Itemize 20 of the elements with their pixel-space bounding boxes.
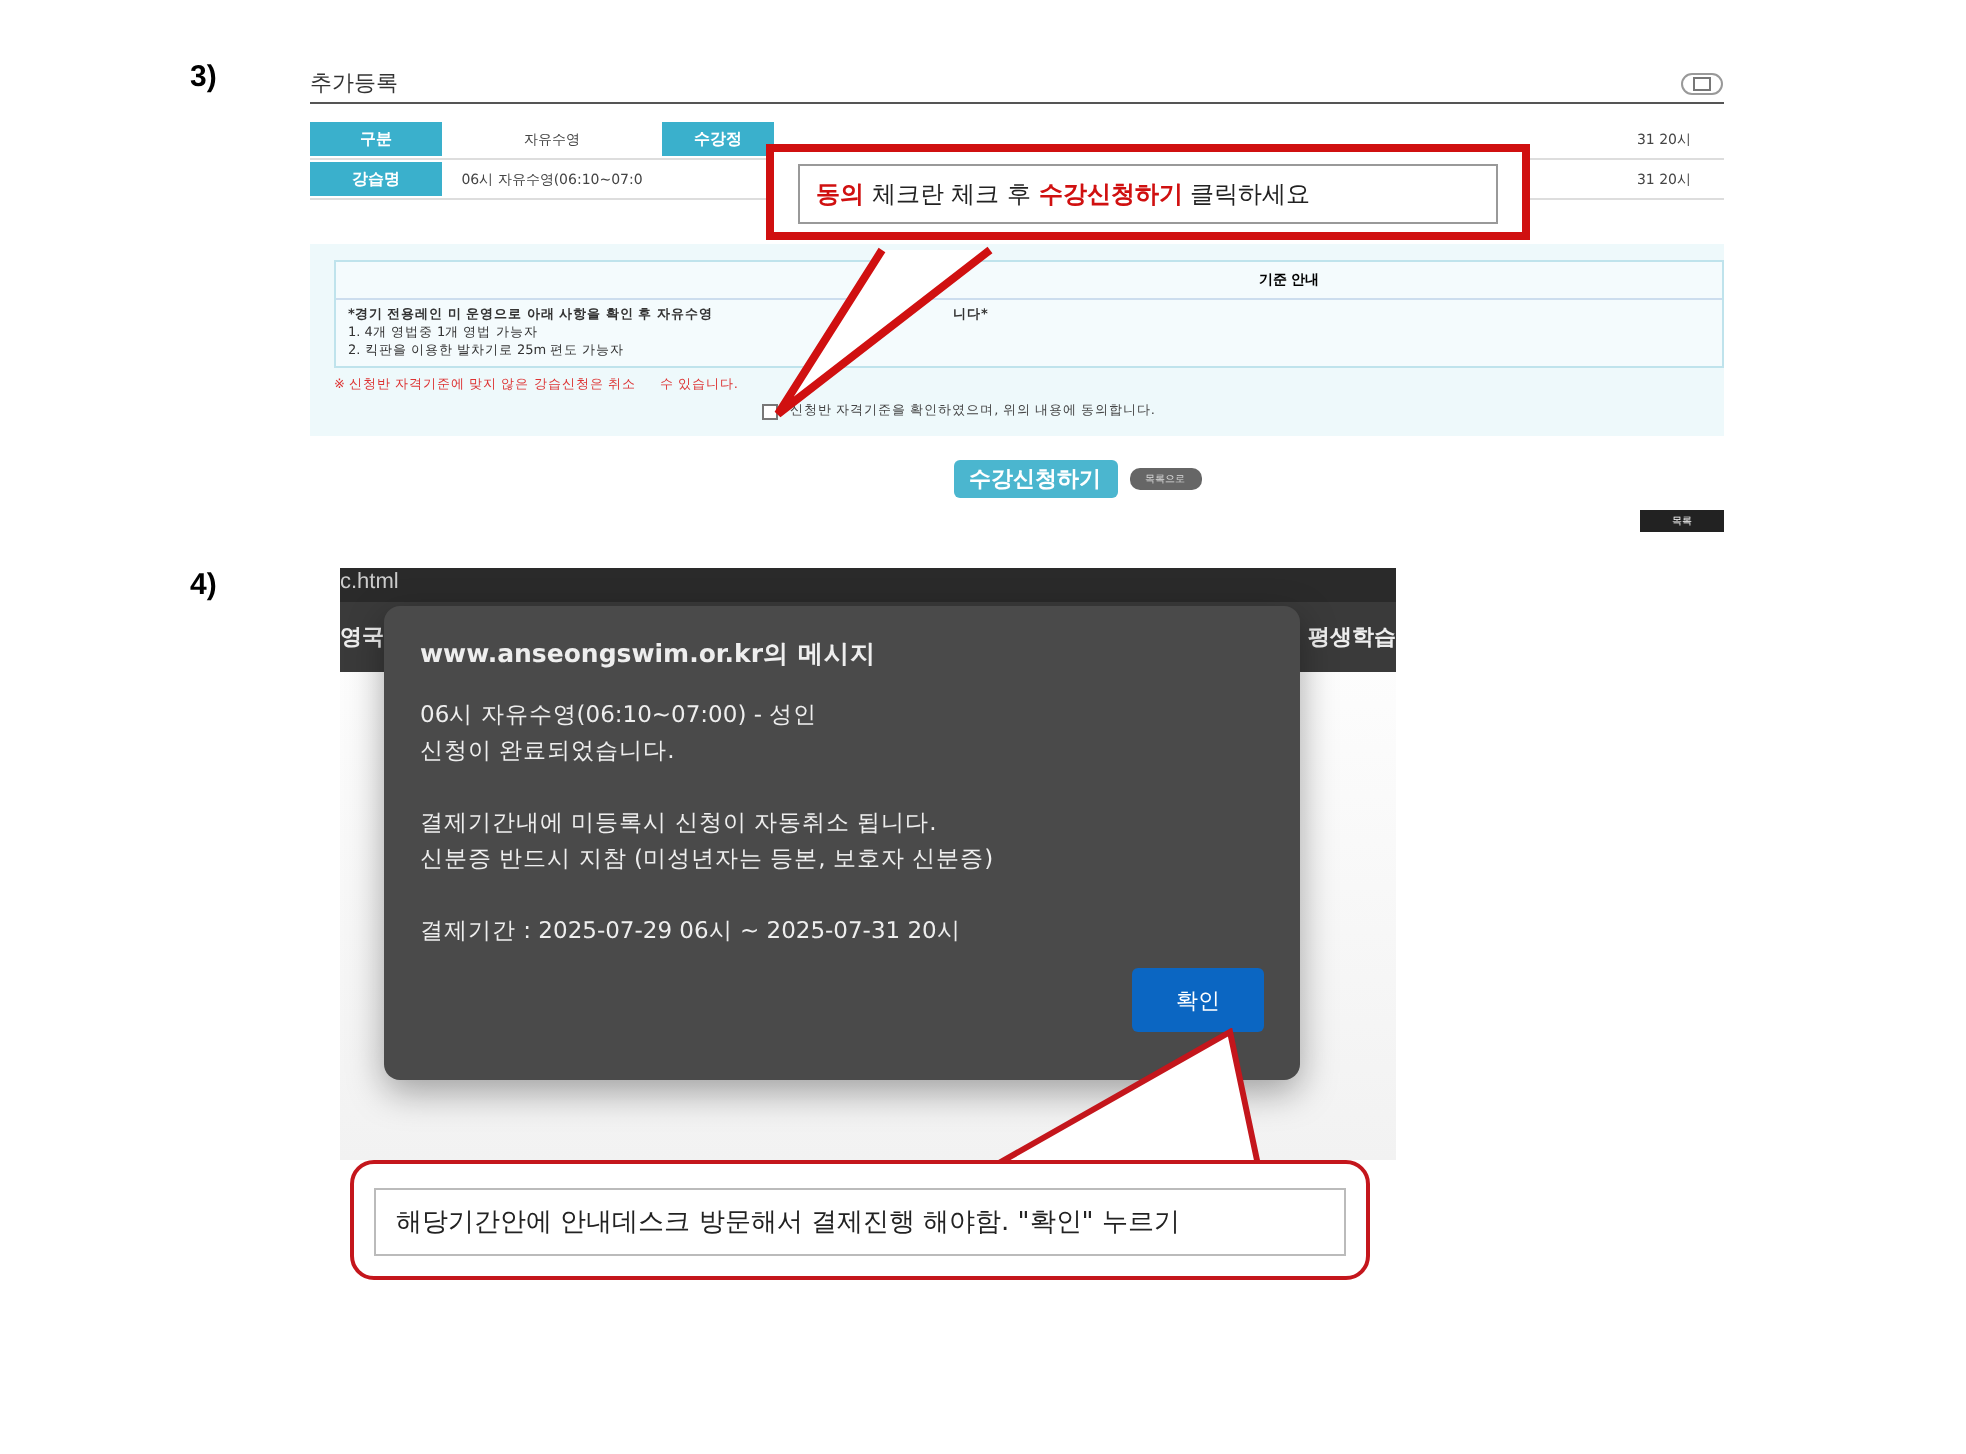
table-header-cell: 강습명 <box>310 162 442 196</box>
ok-button[interactable]: 확인 <box>1132 968 1264 1032</box>
table-header-cell: 수강정 <box>662 122 774 156</box>
dialog-text: 06시 자유수영(06:10~07:00) - 성인 <box>420 700 818 728</box>
table-header-cell: 구분 <box>310 122 442 156</box>
nav-item[interactable]: 영국 <box>340 622 384 652</box>
dialog-text: 결제기간 : 2025-07-29 06시 ~ 2025-07-31 20시 <box>420 916 961 944</box>
dialog-title: www.anseongswim.or.kr의 메시지 <box>420 638 878 672</box>
callout-text: 동의 체크란 체크 후 수강신청하기 클릭하세요 <box>816 177 1311 211</box>
nav-item[interactable]: 평생학습 <box>1308 622 1396 652</box>
print-icon[interactable] <box>1680 71 1724 95</box>
dialog-text: 결제기간내에 미등록시 신청이 자동취소 됩니다. <box>420 808 937 836</box>
agree-checkbox[interactable] <box>762 403 778 419</box>
dialog-text: 신분증 반드시 지참 (미성년자는 등본, 보호자 신분증) <box>420 844 994 872</box>
url-text: c.html <box>340 570 399 594</box>
step-number: 4) <box>190 568 219 606</box>
dialog-text: 신청이 완료되었습니다. <box>420 736 675 764</box>
step-number: 3) <box>190 60 219 98</box>
page-title: 추가등록 <box>310 68 398 98</box>
callout-text: 해당기간안에 안내데스크 방문해서 결제진행 해야함. "확인" 누르기 <box>396 1206 1180 1240</box>
